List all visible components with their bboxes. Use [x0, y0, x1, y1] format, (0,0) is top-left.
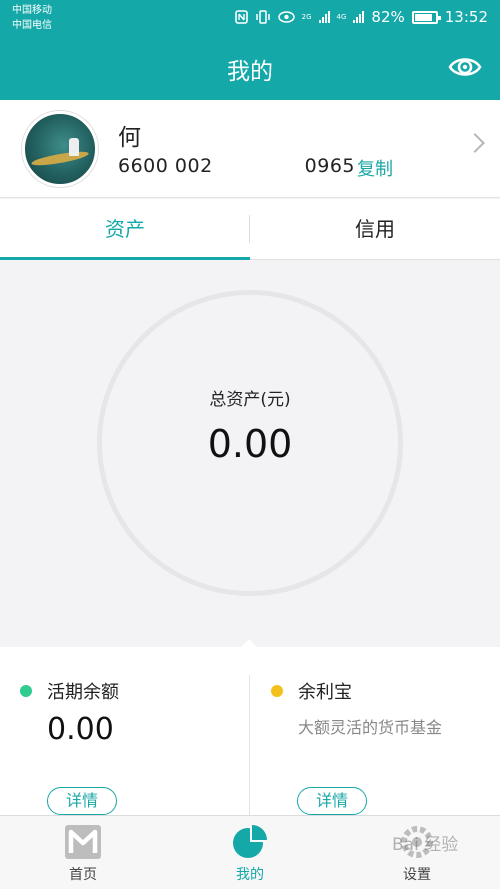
nav-home-label: 首页 [69, 867, 97, 883]
asset-credit-tabs: 资产 信用 [0, 199, 500, 260]
yulibao-title: 余利宝 [298, 682, 352, 703]
profile-card[interactable] [0, 100, 500, 198]
nav-home[interactable]: 首页 [0, 816, 166, 889]
yulibao-detail-button[interactable]: 详情 [297, 787, 367, 815]
page-title: 我的 [227, 59, 273, 85]
nfc-icon [234, 10, 248, 24]
signal-1-icon [318, 11, 330, 23]
account-number-tail: 0965 [304, 155, 356, 177]
watermark: Bai 经验 [392, 835, 459, 855]
yulibao-description: 大额灵活的货币基金 [298, 718, 443, 737]
user-name-text: 何 [118, 125, 141, 151]
name-redaction [141, 127, 201, 150]
battery-icon [411, 10, 441, 24]
account-number: 6600 002 0965 [118, 155, 355, 177]
user-name: 何 [118, 118, 201, 152]
pie-chart-icon [233, 825, 267, 858]
carrier-info: 中国移动 中国电信 [12, 3, 52, 33]
cards-pointer [240, 639, 258, 648]
copy-button[interactable]: 复制 [357, 155, 393, 181]
current-balance-value: 0.00 [47, 712, 114, 747]
yulibao-dot [271, 685, 283, 697]
avatar [22, 111, 98, 187]
home-m-icon [65, 825, 101, 859]
total-assets-value: 0.00 [207, 422, 293, 466]
status-bar: 中国移动 中国电信 2G 4G 82% 13:52 [0, 0, 500, 36]
avatar-person [69, 138, 79, 156]
eye-care-icon [277, 11, 295, 23]
clock: 13:52 [444, 8, 488, 26]
vibrate-icon [255, 10, 270, 24]
carrier-1: 中国移动 [12, 5, 52, 16]
status-icons: 2G 4G 82% 13:52 [234, 8, 488, 26]
tab-assets[interactable]: 资产 [0, 199, 250, 260]
eye-icon [448, 58, 482, 76]
current-balance-title: 活期余额 [47, 682, 119, 703]
battery-percent: 82% [371, 8, 405, 26]
avatar-boat [30, 149, 90, 168]
network-2-label: 4G [336, 12, 347, 21]
nav-mine[interactable]: 我的 [167, 816, 333, 889]
nav-settings-label: 设置 [403, 867, 431, 883]
card-divider [249, 675, 250, 815]
tab-credit[interactable]: 信用 [250, 199, 500, 260]
current-balance-detail-button[interactable]: 详情 [47, 787, 117, 815]
nav-mine-label: 我的 [236, 867, 264, 883]
signal-2-icon [353, 11, 365, 23]
account-number-head: 6600 002 [118, 155, 213, 177]
total-assets-label: 总资产(元) [209, 390, 291, 410]
current-balance-dot [20, 685, 32, 697]
carrier-2: 中国电信 [12, 20, 52, 31]
app-header: 我的 [0, 36, 500, 100]
network-1-label: 2G [301, 12, 312, 21]
toggle-visibility-button[interactable] [448, 52, 482, 82]
